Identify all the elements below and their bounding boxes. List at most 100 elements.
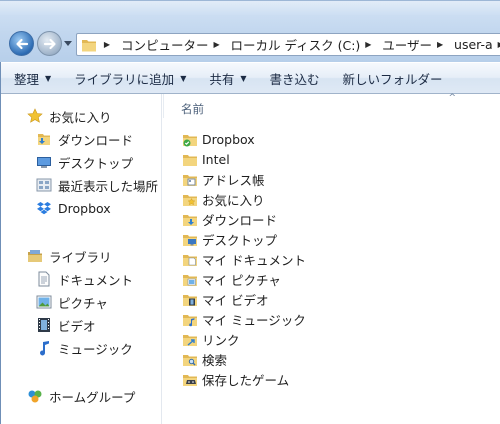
file-item-searches[interactable]: 検索 (182, 350, 227, 369)
file-item-label: リンク (202, 333, 240, 348)
nav-item-videos[interactable]: ビデオ (36, 315, 96, 335)
file-item-label: アドレス帳 (202, 173, 265, 188)
chevron-down-icon: ▼ (240, 73, 247, 83)
chevron-down-icon: ▼ (45, 73, 52, 83)
file-item-saved-games[interactable]: 保存したゲーム (182, 370, 289, 389)
nav-item-downloads[interactable]: ダウンロード (36, 129, 133, 149)
videos-folder-icon (182, 292, 198, 308)
new-folder-button[interactable]: 新しいフォルダー (343, 69, 443, 88)
favorites-folder-icon (182, 192, 198, 208)
breadcrumb-root-arrow[interactable]: ▶ (102, 40, 121, 49)
desktop-folder-icon (182, 232, 198, 248)
share-label: 共有 (209, 71, 235, 87)
nav-item-label: Dropbox (58, 200, 111, 216)
nav-item-label: ビデオ (58, 318, 96, 334)
folder-icon (182, 152, 198, 168)
file-item-label: マイ ビデオ (202, 293, 269, 308)
nav-item-label: 最近表示した場所 (58, 178, 159, 194)
navigation-pane: お気に入り ダウンロード デスクトップ 最近表示した場所 Dropbox ライブ… (0, 94, 162, 424)
nav-item-documents[interactable]: ドキュメント (36, 269, 133, 289)
file-item-desktop[interactable]: デスクトップ (182, 230, 277, 249)
recent-pages-dropdown-icon[interactable] (64, 41, 72, 47)
breadcrumb-label: user-a (454, 37, 493, 52)
nav-item-desktop[interactable]: デスクトップ (36, 152, 133, 172)
nav-item-label: デスクトップ (58, 155, 134, 171)
file-item-label: 検索 (202, 353, 228, 368)
nav-favorites-label: お気に入り (49, 109, 112, 125)
file-item-favorites[interactable]: お気に入り (182, 190, 265, 209)
new-folder-label: 新しいフォルダー (342, 71, 443, 87)
file-item-intel[interactable]: Intel (182, 150, 230, 169)
nav-item-music[interactable]: ミュージック (36, 338, 133, 358)
homegroup-icon (27, 388, 43, 404)
nav-favorites-header[interactable]: お気に入り (27, 106, 112, 126)
organize-button[interactable]: 整理 ▼ (14, 69, 51, 88)
file-item-my-music[interactable]: マイ ミュージック (182, 310, 306, 329)
nav-libraries-label: ライブラリ (49, 249, 112, 265)
library-icon (27, 248, 43, 264)
share-button[interactable]: 共有 ▼ (209, 69, 246, 88)
nav-homegroup[interactable]: ホームグループ (27, 386, 135, 406)
file-item-dropbox[interactable]: Dropbox (182, 130, 255, 149)
file-item-my-documents[interactable]: マイ ドキュメント (182, 250, 306, 269)
window-top-edge (0, 1, 500, 15)
file-item-label: マイ ドキュメント (202, 253, 306, 268)
music-icon (36, 340, 52, 356)
column-header-name[interactable]: 名前 (181, 101, 204, 117)
window-left-border (0, 62, 1, 424)
downloads-folder-icon (182, 212, 198, 228)
music-folder-icon (182, 312, 198, 328)
file-item-my-pictures[interactable]: マイ ピクチャ (182, 270, 281, 289)
breadcrumb-users[interactable]: ユーザー (382, 35, 435, 54)
dropbox-folder-icon (182, 132, 198, 148)
file-item-downloads[interactable]: ダウンロード (182, 210, 277, 229)
file-item-my-videos[interactable]: マイ ビデオ (182, 290, 268, 309)
burn-button[interactable]: 書き込む (270, 69, 320, 88)
breadcrumb-label: ローカル ディスク (C:) (230, 38, 361, 53)
breadcrumb-computer[interactable]: コンピューター (121, 35, 212, 54)
contacts-folder-icon (182, 172, 198, 188)
forward-button[interactable] (37, 31, 62, 56)
nav-homegroup-label: ホームグループ (49, 389, 136, 405)
back-button[interactable] (9, 31, 34, 56)
file-list: 名前 Dropbox Intel アドレス帳 お気に入り ダウンロード デスクト… (163, 94, 500, 424)
column-divider (163, 94, 164, 118)
breadcrumb-user-a[interactable]: user-a (454, 37, 496, 52)
saved-games-folder-icon (182, 372, 198, 388)
address-bar[interactable]: ▶ コンピューター ▶ ローカル ディスク (C:) ▶ ユーザー ▶ user… (76, 33, 500, 56)
breadcrumb-local-disk[interactable]: ローカル ディスク (C:) (231, 35, 364, 54)
file-item-label: デスクトップ (202, 233, 278, 248)
breadcrumb-label: ユーザー (382, 38, 433, 53)
file-item-links[interactable]: リンク (182, 330, 240, 349)
command-bar: 整理 ▼ ライブラリに追加 ▼ 共有 ▼ 書き込む 新しいフォルダー (0, 62, 500, 94)
file-item-contacts[interactable]: アドレス帳 (182, 170, 265, 189)
nav-item-recent-places[interactable]: 最近表示した場所 (36, 175, 158, 195)
file-item-label: Intel (202, 152, 230, 167)
burn-label: 書き込む (269, 71, 320, 87)
documents-folder-icon (182, 252, 198, 268)
documents-icon (36, 271, 52, 287)
nav-item-dropbox[interactable]: Dropbox (36, 198, 111, 218)
videos-icon (36, 317, 52, 333)
include-in-library-label: ライブラリに追加 (74, 71, 175, 87)
explorer-content: お気に入り ダウンロード デスクトップ 最近表示した場所 Dropbox ライブ… (0, 94, 500, 424)
file-item-label: お気に入り (202, 193, 265, 208)
links-folder-icon (182, 332, 198, 348)
pictures-folder-icon (182, 272, 198, 288)
include-in-library-button[interactable]: ライブラリに追加 ▼ (74, 69, 186, 88)
file-item-label: マイ ピクチャ (202, 273, 281, 288)
breadcrumb-separator[interactable]: ▶ (212, 40, 231, 49)
breadcrumb-separator[interactable]: ▶ (496, 40, 500, 49)
file-item-label: 保存したゲーム (202, 373, 290, 388)
nav-item-label: ダウンロード (58, 132, 134, 148)
file-item-label: マイ ミュージック (202, 313, 306, 328)
nav-libraries-header[interactable]: ライブラリ (27, 246, 112, 266)
nav-item-pictures[interactable]: ピクチャ (36, 292, 108, 312)
back-arrow-icon (15, 38, 28, 49)
nav-item-label: ピクチャ (58, 295, 108, 311)
breadcrumb-separator[interactable]: ▶ (435, 40, 454, 49)
dropbox-icon (36, 200, 52, 216)
breadcrumb-separator[interactable]: ▶ (363, 40, 382, 49)
organize-label: 整理 (14, 71, 40, 87)
pictures-icon (36, 294, 52, 310)
